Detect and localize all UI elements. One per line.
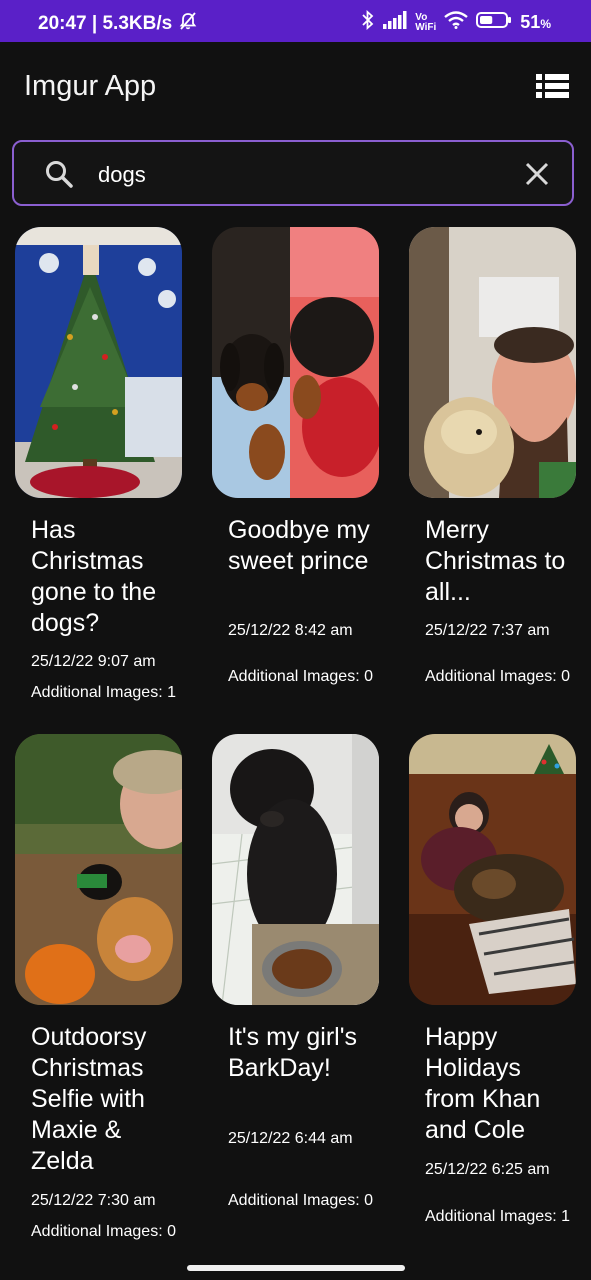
post-thumbnail-black-dog[interactable] [212, 734, 379, 1005]
list-view-icon[interactable] [536, 72, 570, 100]
close-icon[interactable] [524, 161, 550, 192]
post-date: 25/12/22 8:42 am [228, 622, 353, 639]
battery-unit: % [540, 17, 551, 31]
search-bar [12, 140, 574, 206]
search-input[interactable] [96, 156, 500, 194]
additional-images: Additional Images: 0 [228, 1192, 373, 1209]
gesture-nav-handle[interactable] [187, 1265, 405, 1271]
battery-percent: 51% [520, 12, 551, 33]
post-thumbnail-outdoors-dogs[interactable] [15, 734, 182, 1005]
post-title: Goodbye my sweet prince [228, 516, 370, 575]
post-date: 25/12/22 7:30 am [31, 1192, 156, 1209]
additional-images: Additional Images: 0 [31, 1223, 176, 1240]
post-thumbnail-couch-dogs[interactable] [409, 734, 576, 1005]
additional-images: Additional Images: 0 [228, 668, 373, 685]
post-date: 25/12/22 7:37 am [425, 622, 550, 639]
app-title: Imgur App [24, 70, 157, 102]
additional-images: Additional Images: 0 [425, 668, 570, 685]
status-bar: 20:47 | 5.3KB/s Vo WiFi 51% [0, 0, 591, 42]
post-title: Has Christmas gone to the dogs? [31, 516, 157, 637]
app-bar: Imgur App [0, 42, 591, 136]
vowifi-top: Vo [415, 11, 428, 23]
bell-off-icon [178, 11, 198, 37]
vowifi-bottom: WiFi [415, 21, 437, 33]
additional-images: Additional Images: 1 [425, 1208, 570, 1225]
post-title: Happy Holidays from Khan and Cole [425, 1023, 541, 1144]
signal-icon [383, 11, 407, 34]
status-left: 20:47 | 5.3KB/s [38, 11, 198, 37]
status-right: Vo WiFi 51% [361, 9, 551, 35]
post-thumbnail-christmas-tree[interactable] [15, 227, 182, 498]
post-title: Merry Christmas to all... [425, 516, 566, 606]
post-thumbnail-selfie-dog[interactable] [409, 227, 576, 498]
vowifi-indicator: Vo WiFi [415, 11, 437, 33]
post-title: It's my girl's BarkDay! [228, 1023, 357, 1082]
search-icon[interactable] [44, 159, 74, 194]
battery-value: 51 [520, 12, 541, 32]
wifi-icon [444, 11, 469, 34]
additional-images: Additional Images: 1 [31, 684, 176, 701]
post-date: 25/12/22 6:25 am [425, 1161, 550, 1178]
battery-icon [476, 11, 512, 34]
post-title: Outdoorsy Christmas Selfie with Maxie & … [31, 1023, 147, 1175]
post-thumbnail-dachshund[interactable] [212, 227, 379, 498]
bluetooth-icon [361, 9, 375, 35]
status-time-speed: 20:47 | 5.3KB/s [38, 13, 173, 34]
post-date: 25/12/22 9:07 am [31, 653, 156, 670]
post-date: 25/12/22 6:44 am [228, 1130, 353, 1147]
